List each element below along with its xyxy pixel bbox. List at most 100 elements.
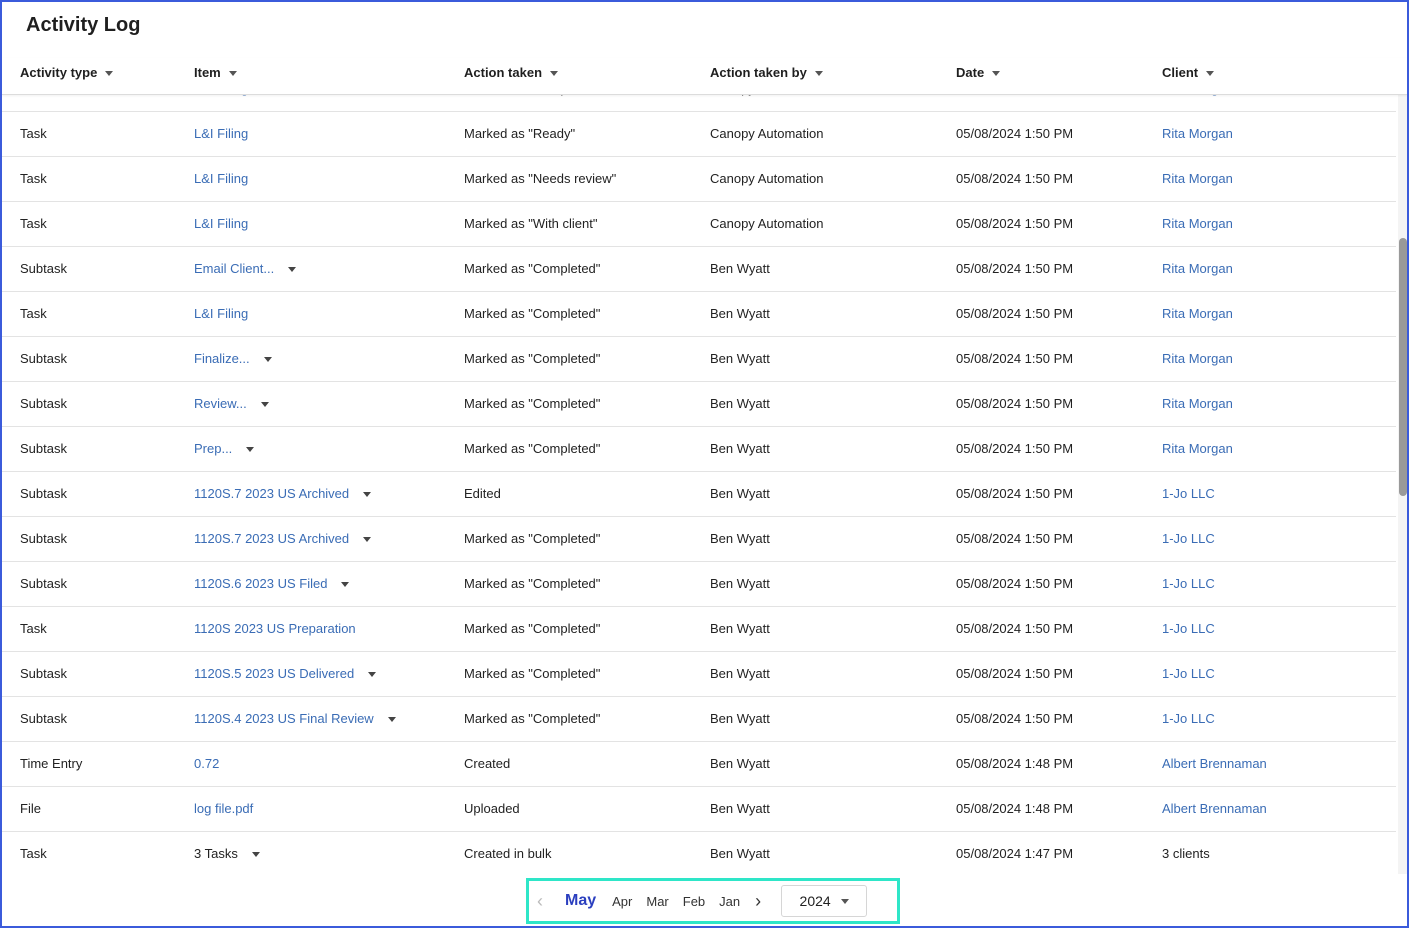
client-link[interactable]: 1-Jo LLC bbox=[1162, 697, 1215, 741]
client-link[interactable]: Rita Morgan bbox=[1162, 337, 1233, 381]
client-link[interactable]: Albert Brennaman bbox=[1162, 787, 1267, 831]
table-row: Subtask 1120S.7 2023 US Archived Marked as… bbox=[2, 517, 1396, 562]
client-link[interactable]: Albert Brennaman bbox=[1162, 742, 1267, 786]
scrollbar-thumb[interactable] bbox=[1399, 238, 1407, 496]
client-link[interactable]: Rita Morgan bbox=[1162, 112, 1233, 156]
client-cell: 3 clients bbox=[1162, 846, 1210, 861]
chevron-down-icon[interactable] bbox=[246, 446, 255, 452]
chevron-down-icon[interactable] bbox=[288, 266, 297, 272]
item-link[interactable]: L&I Filing bbox=[194, 202, 248, 246]
column-header-date[interactable]: Date bbox=[956, 58, 1001, 94]
client-link[interactable]: 1-Jo LLC bbox=[1162, 562, 1215, 606]
item-link[interactable]: 1120S.6 2023 US Filed bbox=[194, 562, 327, 606]
item-wrap: L&I Filing bbox=[194, 292, 248, 336]
item-cell: log file.pdf bbox=[194, 787, 253, 831]
activity-type-cell: Subtask bbox=[20, 441, 67, 456]
client-link[interactable]: 1-Jo LLC bbox=[1162, 652, 1215, 696]
chevron-down-icon[interactable] bbox=[251, 851, 260, 857]
column-header-action-taken-by[interactable]: Action taken by bbox=[710, 58, 823, 94]
item-cell: L&I Filing bbox=[194, 112, 248, 156]
item-link[interactable]: Prep... bbox=[194, 427, 232, 471]
vertical-scrollbar[interactable] bbox=[1398, 95, 1407, 874]
client-link[interactable]: Rita Morgan bbox=[1162, 95, 1233, 111]
chevron-down-icon[interactable] bbox=[260, 401, 269, 407]
item-wrap: log file.pdf bbox=[194, 787, 253, 831]
item-link[interactable]: L&I Filing bbox=[194, 95, 248, 111]
month-mar[interactable]: Mar bbox=[646, 894, 668, 909]
item-cell: 0.72 bbox=[194, 742, 219, 786]
chevron-down-icon[interactable] bbox=[387, 716, 396, 722]
item-link[interactable]: 1120S.5 2023 US Delivered bbox=[194, 652, 354, 696]
item-link[interactable]: 1120S 2023 US Preparation bbox=[194, 607, 356, 651]
item-link[interactable]: 0.72 bbox=[194, 742, 219, 786]
activity-type-cell: Subtask bbox=[20, 711, 67, 726]
client-link[interactable]: Rita Morgan bbox=[1162, 247, 1233, 291]
month-may[interactable]: May bbox=[565, 892, 596, 910]
table-row: Subtask Review... Marked as "Completed" Ben… bbox=[2, 382, 1396, 427]
client-link[interactable]: Rita Morgan bbox=[1162, 157, 1233, 201]
client-link[interactable]: Rita Morgan bbox=[1162, 427, 1233, 471]
date-cell: 05/08/2024 1:50 PM bbox=[956, 486, 1074, 501]
chevron-down-icon[interactable] bbox=[263, 356, 272, 362]
item-link[interactable]: L&I Filing bbox=[194, 112, 248, 156]
table-body[interactable]: Task L&I Filing Marked as "Completed" Canop… bbox=[2, 95, 1396, 874]
item-link[interactable]: Review... bbox=[194, 382, 247, 426]
client-link[interactable]: Rita Morgan bbox=[1162, 292, 1233, 336]
column-header-action-taken[interactable]: Action taken bbox=[464, 58, 559, 94]
item-link[interactable]: 1120S.7 2023 US Archived bbox=[194, 517, 349, 561]
table-row: Subtask 1120S.5 2023 US Delivered Marked a… bbox=[2, 652, 1396, 697]
activity-type-cell: Task bbox=[20, 126, 47, 141]
item-link[interactable]: 1120S.7 2023 US Archived bbox=[194, 472, 349, 516]
item-wrap: L&I Filing bbox=[194, 157, 248, 201]
item-cell: L&I Filing bbox=[194, 157, 248, 201]
client-link[interactable]: 1-Jo LLC bbox=[1162, 517, 1215, 561]
client-link[interactable]: 1-Jo LLC bbox=[1162, 607, 1215, 651]
item-cell: 3 Tasks bbox=[194, 832, 260, 874]
item-link[interactable]: L&I Filing bbox=[194, 292, 248, 336]
column-header-activity-type[interactable]: Activity type bbox=[20, 58, 114, 94]
chevron-down-icon[interactable] bbox=[368, 671, 377, 677]
action-taken-cell: Marked as "Completed" bbox=[464, 711, 601, 726]
chevron-right-icon[interactable]: › bbox=[747, 891, 769, 912]
table-row: Subtask Email Client... Marked as "Complet… bbox=[2, 247, 1396, 292]
chevron-down-icon[interactable] bbox=[363, 536, 372, 542]
action-taken-by-cell: Canopy Automation bbox=[710, 95, 823, 111]
client-link[interactable]: Rita Morgan bbox=[1162, 202, 1233, 246]
item-link[interactable]: log file.pdf bbox=[194, 787, 253, 831]
column-header-label: Date bbox=[956, 65, 985, 80]
date-cell: 05/08/2024 1:50 PM bbox=[956, 576, 1074, 591]
item-wrap: Finalize... bbox=[194, 337, 272, 381]
item-link[interactable]: Email Client... bbox=[194, 247, 274, 291]
action-taken-by-cell: Ben Wyatt bbox=[710, 486, 770, 501]
chevron-down-icon bbox=[840, 898, 849, 904]
client-link[interactable]: Rita Morgan bbox=[1162, 382, 1233, 426]
chevron-down-icon[interactable] bbox=[363, 491, 372, 497]
chevron-left-icon[interactable]: ‹ bbox=[529, 891, 551, 912]
item-wrap: 1120S.4 2023 US Final Review bbox=[194, 697, 396, 741]
item-wrap: 1120S.6 2023 US Filed bbox=[194, 562, 350, 606]
item-link[interactable]: Finalize... bbox=[194, 337, 250, 381]
item-cell: L&I Filing bbox=[194, 202, 248, 246]
month-jan[interactable]: Jan bbox=[719, 894, 740, 909]
column-header-client[interactable]: Client bbox=[1162, 58, 1215, 94]
item-link[interactable]: L&I Filing bbox=[194, 157, 248, 201]
item-wrap: 0.72 bbox=[194, 742, 219, 786]
client-link[interactable]: 1-Jo LLC bbox=[1162, 472, 1215, 516]
item-cell: Email Client... bbox=[194, 247, 297, 291]
column-header-item[interactable]: Item bbox=[194, 58, 237, 94]
table-row: Subtask Prep... Marked as "Completed" Ben W… bbox=[2, 427, 1396, 472]
date-cell: 05/08/2024 1:50 PM bbox=[956, 441, 1074, 456]
activity-type-cell: Subtask bbox=[20, 666, 67, 681]
item-wrap: L&I Filing bbox=[194, 112, 248, 156]
action-taken-cell: Marked as "Completed" bbox=[464, 441, 601, 456]
item-wrap: 1120S.7 2023 US Archived bbox=[194, 517, 372, 561]
action-taken-by-cell: Ben Wyatt bbox=[710, 756, 770, 771]
month-apr[interactable]: Apr bbox=[612, 894, 632, 909]
action-taken-by-cell: Ben Wyatt bbox=[710, 621, 770, 636]
year-select[interactable]: 2024 bbox=[781, 885, 868, 917]
chevron-down-icon[interactable] bbox=[341, 581, 350, 587]
action-taken-by-cell: Canopy Automation bbox=[710, 216, 824, 231]
item-cell: 1120S.5 2023 US Delivered bbox=[194, 652, 377, 696]
item-link[interactable]: 1120S.4 2023 US Final Review bbox=[194, 697, 374, 741]
month-feb[interactable]: Feb bbox=[683, 894, 705, 909]
